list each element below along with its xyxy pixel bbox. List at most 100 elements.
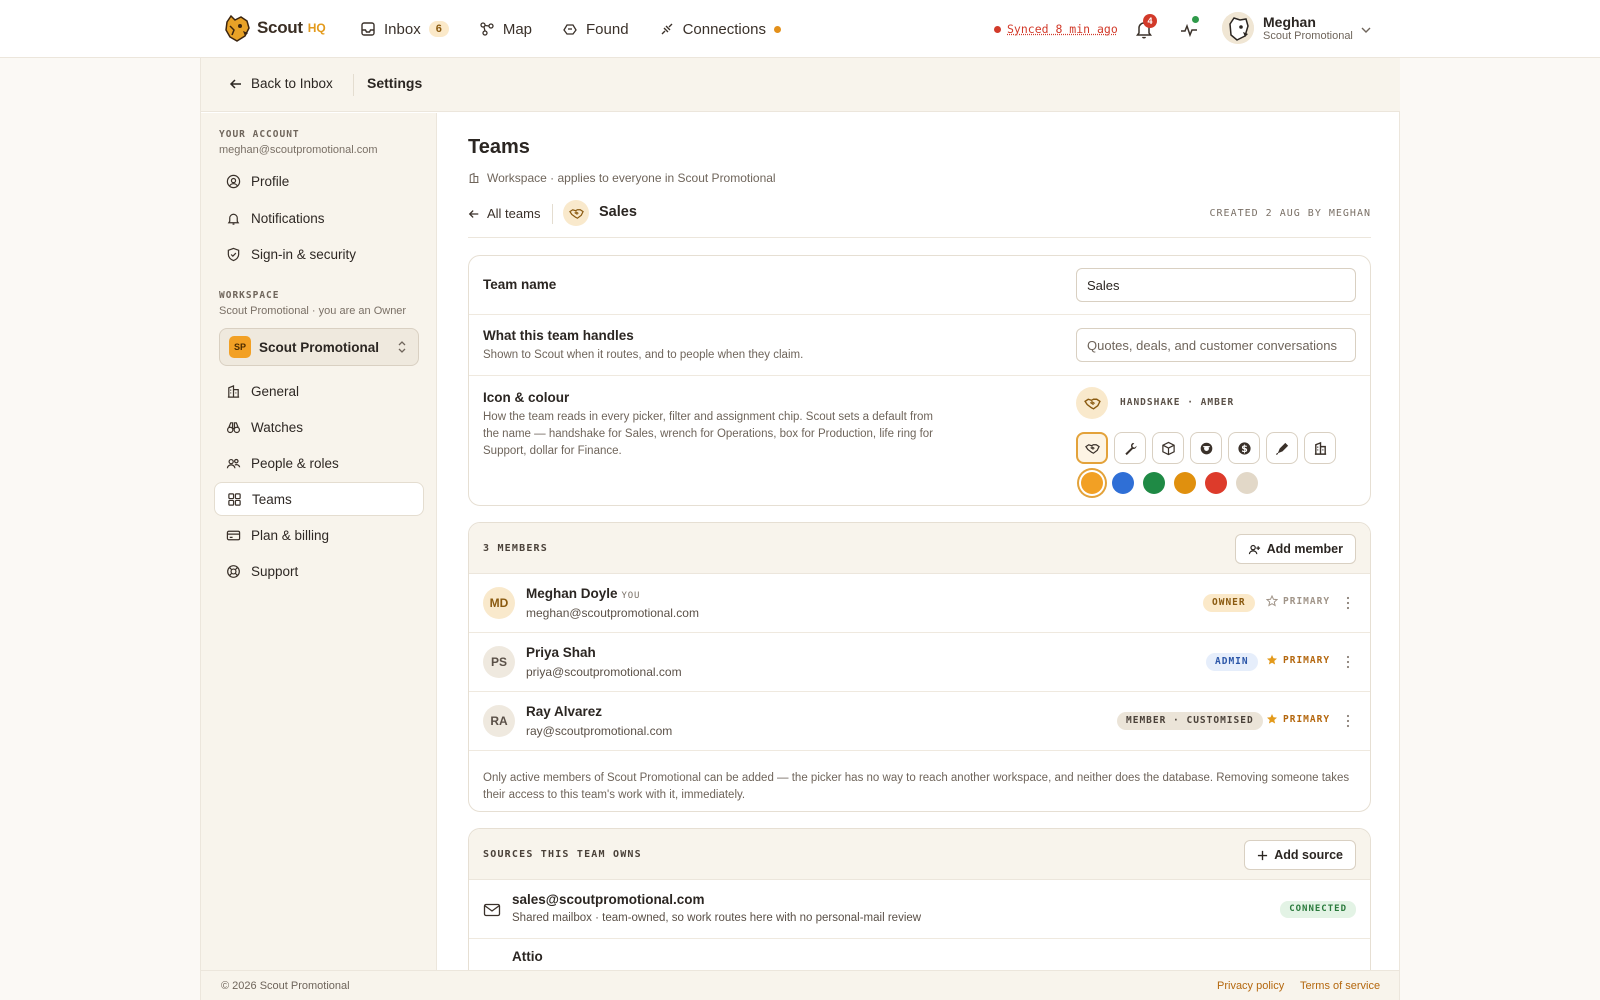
chevron-down-icon[interactable] xyxy=(1360,24,1372,36)
scout-dog-logo-icon xyxy=(225,14,250,42)
add-source-button[interactable]: Add source xyxy=(1244,840,1356,870)
user-menu[interactable]: Meghan Scout Promotional xyxy=(1222,12,1353,44)
more-vertical-icon[interactable] xyxy=(1345,595,1351,611)
arrow-left-icon xyxy=(229,78,241,89)
card-icon xyxy=(226,530,241,540)
top-navigation: Scout HQ Inbox 6 Map Found Connections S… xyxy=(0,0,1600,58)
sidebar-item-label: Profile xyxy=(251,173,290,189)
workspace-switcher[interactable]: SP Scout Promotional xyxy=(219,328,419,366)
role-badge-admin[interactable]: ADMIN xyxy=(1206,653,1258,671)
building-icon xyxy=(469,172,479,184)
member-email: priya@scoutpromotional.com xyxy=(526,665,682,679)
sync-status[interactable]: Synced 8 min ago xyxy=(994,22,1118,36)
page-title: Teams xyxy=(468,136,530,158)
icon-option-dollar[interactable]: $ xyxy=(1228,432,1260,464)
color-swatch-orange[interactable] xyxy=(1174,472,1196,494)
current-team-name: Sales xyxy=(599,204,637,220)
primary-toggle[interactable]: PRIMARY xyxy=(1266,595,1330,607)
sidebar-item-label: Watches xyxy=(251,419,304,435)
sidebar-item-billing[interactable]: Plan & billing xyxy=(214,518,424,552)
color-swatch-sand[interactable] xyxy=(1236,472,1258,494)
settings-title: Settings xyxy=(367,75,423,91)
nav-map-label: Map xyxy=(502,20,533,38)
icon-option-handshake[interactable] xyxy=(1076,432,1108,464)
sidebar-item-teams[interactable]: Teams xyxy=(214,482,424,516)
team-handles-input[interactable] xyxy=(1076,328,1356,362)
brand-name: Scout xyxy=(257,18,303,37)
terms-link[interactable]: Terms of service xyxy=(1300,980,1380,992)
sidebar-item-general[interactable]: General xyxy=(214,374,424,408)
icon-option-building[interactable] xyxy=(1304,432,1336,464)
primary-toggle[interactable]: PRIMARY xyxy=(1266,713,1330,725)
color-swatch-red[interactable] xyxy=(1205,472,1227,494)
more-vertical-icon[interactable] xyxy=(1345,713,1351,729)
color-swatch-amber[interactable] xyxy=(1081,472,1103,494)
team-name-label: Team name xyxy=(483,277,557,292)
account-email: meghan@scoutpromotional.com xyxy=(219,144,378,156)
brand-suffix: HQ xyxy=(307,21,326,35)
member-name: Meghan Doyle YOU xyxy=(526,586,640,601)
source-row[interactable]: sales@scoutpromotional.com Shared mailbo… xyxy=(469,880,1370,939)
icon-option-pen[interactable] xyxy=(1266,432,1298,464)
sync-status-text: Synced 8 min ago xyxy=(1007,22,1118,36)
more-vertical-icon[interactable] xyxy=(1345,654,1351,670)
sidebar-item-watches[interactable]: Watches xyxy=(214,410,424,444)
dog-avatar-icon xyxy=(1222,12,1254,44)
member-row: MD Meghan Doyle YOU meghan@scoutpromotion… xyxy=(469,574,1370,633)
shield-icon xyxy=(227,247,240,261)
user-org: Scout Promotional xyxy=(1263,30,1353,42)
role-badge-owner[interactable]: OWNER xyxy=(1203,594,1255,612)
sidebar-item-security[interactable]: Sign-in & security xyxy=(214,237,424,271)
team-handles-label: What this team handles xyxy=(483,328,634,343)
icon-option-wrench[interactable] xyxy=(1114,432,1146,464)
brand-logo[interactable]: Scout HQ xyxy=(221,12,326,44)
bell-icon xyxy=(227,213,240,225)
primary-toggle[interactable]: PRIMARY xyxy=(1266,654,1330,666)
nav-connections[interactable]: Connections xyxy=(659,21,781,38)
sidebar-item-label: Notifications xyxy=(251,210,325,226)
sidebar-item-notifications[interactable]: Notifications xyxy=(214,201,424,235)
team-name-input[interactable] xyxy=(1076,268,1356,302)
sources-header: SOURCES THIS TEAM OWNS Add source xyxy=(469,829,1370,880)
sidebar-item-label: General xyxy=(251,383,300,399)
dollar-icon: $ xyxy=(1237,441,1251,454)
you-tag: YOU xyxy=(621,591,641,601)
icon-option-lifering[interactable] xyxy=(1190,432,1222,464)
nav-map[interactable]: Map xyxy=(479,21,532,38)
add-member-button[interactable]: Add member xyxy=(1234,534,1356,564)
team-settings-card: Team name What this team handles Shown t… xyxy=(468,255,1371,506)
icon-option-box[interactable] xyxy=(1152,432,1184,464)
building-icon xyxy=(1314,441,1326,455)
nav-found[interactable]: Found xyxy=(562,21,629,38)
source-name[interactable]: Attio xyxy=(512,949,543,964)
subbar-divider xyxy=(353,74,354,96)
color-swatch-blue[interactable] xyxy=(1112,472,1134,494)
sidebar-item-support[interactable]: Support xyxy=(214,554,424,588)
settings-subbar: Back to Inbox Settings xyxy=(201,58,1400,112)
sources-heading: SOURCES THIS TEAM OWNS xyxy=(483,849,642,860)
user-name: Meghan xyxy=(1263,14,1316,30)
inbox-icon xyxy=(361,22,375,36)
nav-found-label: Found xyxy=(586,20,629,38)
selected-icon-preview xyxy=(1076,387,1108,419)
back-to-inbox-button[interactable]: Back to Inbox xyxy=(229,76,333,91)
member-avatar: PS xyxy=(483,646,515,678)
sidebar-item-profile[interactable]: Profile xyxy=(214,164,424,198)
primary-label: PRIMARY xyxy=(1283,595,1331,607)
color-swatch-green[interactable] xyxy=(1143,472,1165,494)
lifering-icon xyxy=(1200,442,1212,454)
all-teams-link[interactable]: All teams xyxy=(468,206,540,221)
wrench-icon xyxy=(1124,442,1137,455)
found-icon xyxy=(563,24,577,35)
role-badge-member[interactable]: MEMBER · CUSTOMISED xyxy=(1117,712,1263,730)
sources-card: SOURCES THIS TEAM OWNS Add source sales@… xyxy=(468,828,1371,970)
handshake-icon xyxy=(1084,443,1100,454)
connections-alert-dot xyxy=(773,25,781,33)
breadcrumb-divider xyxy=(552,204,553,224)
icon-colour-row: Icon & colour How the team reads in ever… xyxy=(469,376,1370,505)
page-scope-text: Workspace · applies to everyone in Scout… xyxy=(487,171,776,185)
nav-inbox[interactable]: Inbox 6 xyxy=(360,21,449,38)
sidebar-item-people-roles[interactable]: People & roles xyxy=(214,446,424,480)
workspace-role-note: Scout Promotional · you are an Owner xyxy=(219,305,407,317)
privacy-policy-link[interactable]: Privacy policy xyxy=(1217,980,1284,992)
